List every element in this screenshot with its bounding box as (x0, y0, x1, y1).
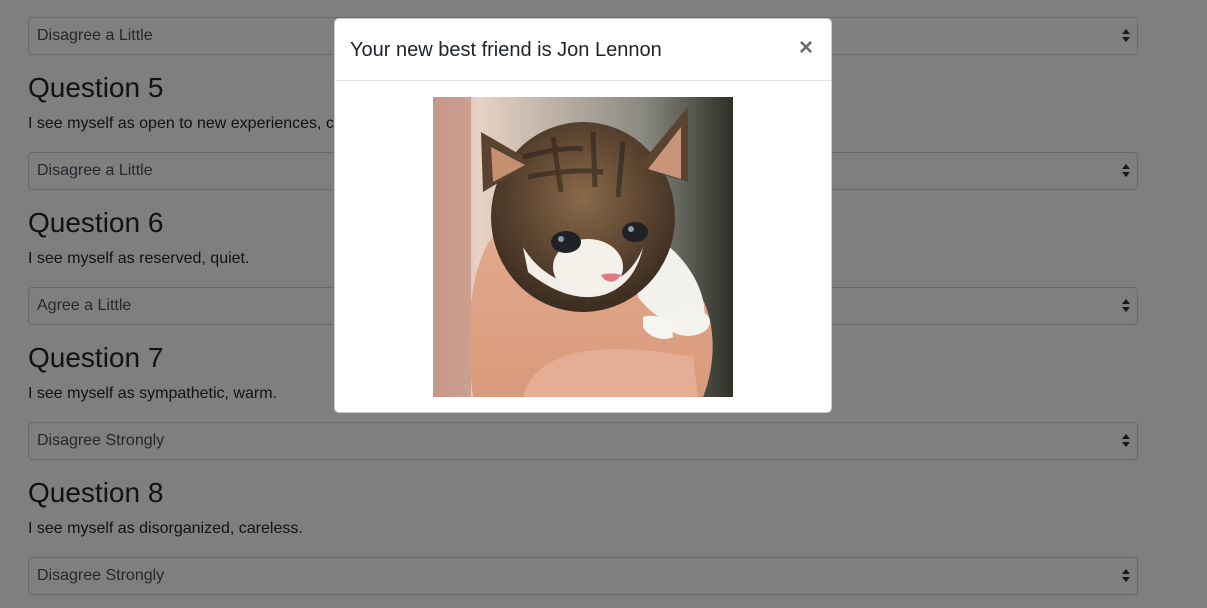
result-modal: Your new best friend is Jon Lennon × (334, 18, 832, 413)
kitten-image (433, 97, 733, 397)
modal-header: Your new best friend is Jon Lennon × (335, 19, 831, 81)
close-button[interactable]: × (795, 35, 817, 61)
modal-title: Your new best friend is Jon Lennon (350, 39, 662, 61)
